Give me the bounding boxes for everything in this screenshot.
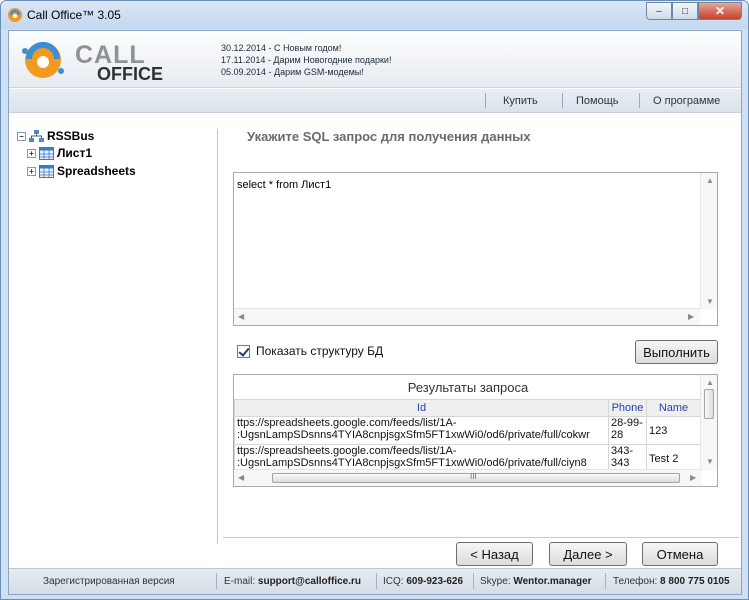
- menu-help[interactable]: Помощь: [576, 95, 619, 107]
- vertical-divider: [217, 129, 218, 544]
- scroll-left-icon[interactable]: ◀: [238, 312, 244, 321]
- tree-label: RSSBus: [47, 129, 95, 143]
- expand-icon[interactable]: +: [27, 166, 36, 176]
- header-banner: CALL OFFICE 30.12.2014 - С Новым годом! …: [9, 31, 741, 88]
- minimize-icon: –: [656, 5, 662, 17]
- support-phone: Телефон: 8 800 775 0105: [613, 576, 730, 587]
- app-icon: [8, 8, 22, 22]
- tree-item-rssbus[interactable]: − RSSBus: [17, 129, 94, 143]
- main-client-area: CALL OFFICE 30.12.2014 - С Новым годом! …: [8, 30, 742, 595]
- cell-name[interactable]: 123: [646, 416, 701, 445]
- grip-icon: III: [470, 472, 477, 481]
- database-icon: [29, 129, 44, 142]
- news-item[interactable]: 17.11.2014 - Дарим Новогодние подарки!: [221, 54, 391, 66]
- close-button[interactable]: ✕: [698, 2, 742, 20]
- tree-item-spreadsheets[interactable]: + Spreadsheets: [27, 164, 136, 178]
- support-icq: ICQ: 609-923-626: [383, 576, 464, 587]
- table-header-row: Id Phone Name: [234, 399, 701, 417]
- support-skype: Skype: Wentor.manager: [480, 576, 592, 587]
- table-icon: [39, 146, 54, 160]
- status-separator: [216, 573, 217, 589]
- support-email[interactable]: E-mail: support@calloffice.ru: [224, 576, 361, 587]
- sql-horizontal-scrollbar[interactable]: ◀ ▶: [234, 308, 700, 325]
- back-button[interactable]: < Назад: [456, 542, 533, 566]
- logo: CALL OFFICE: [19, 37, 163, 84]
- news-list: 30.12.2014 - С Новым годом! 17.11.2014 -…: [221, 42, 391, 78]
- next-label: Далее >: [563, 546, 613, 562]
- cell-phone[interactable]: 28-99- 28: [608, 416, 647, 445]
- scroll-right-icon[interactable]: ▶: [690, 473, 696, 482]
- back-label: < Назад: [470, 546, 519, 562]
- database-tree: − RSSBus + Лист1 + Spreadsheets: [9, 114, 216, 568]
- show-structure-label[interactable]: Показать структуру БД: [256, 344, 383, 358]
- column-header-name[interactable]: Name: [646, 399, 701, 417]
- tree-label: Spreadsheets: [57, 164, 136, 178]
- results-title: Результаты запроса: [407, 380, 529, 395]
- results-horizontal-scrollbar[interactable]: ◀ III ▶: [234, 469, 702, 486]
- sql-vertical-scrollbar[interactable]: ▲ ▼: [700, 173, 717, 309]
- sql-query-input[interactable]: select * from Лист1 ▲ ▼ ◀ ▶: [233, 172, 718, 326]
- menu-about[interactable]: О программе: [653, 95, 720, 107]
- status-separator: [473, 573, 474, 589]
- table-icon: [39, 164, 54, 178]
- menu-buy[interactable]: Купить: [503, 95, 538, 107]
- scroll-right-icon[interactable]: ▶: [688, 312, 694, 321]
- news-item[interactable]: 30.12.2014 - С Новым годом!: [221, 42, 391, 54]
- table-row[interactable]: ttps://spreadsheets.google.com/feeds/lis…: [234, 416, 701, 445]
- maximize-button[interactable]: □: [672, 2, 698, 20]
- column-header-id[interactable]: Id: [234, 399, 609, 417]
- logo-icon: [22, 42, 64, 78]
- cancel-button[interactable]: Отмена: [642, 542, 718, 566]
- results-vertical-scrollbar[interactable]: ▲ ▼: [700, 375, 717, 471]
- status-separator: [376, 573, 377, 589]
- tree-item-list1[interactable]: + Лист1: [27, 146, 92, 160]
- cancel-label: Отмена: [656, 546, 704, 562]
- menu-separator: [485, 93, 486, 108]
- tree-label: Лист1: [57, 146, 93, 160]
- scroll-left-icon[interactable]: ◀: [238, 473, 244, 482]
- news-item[interactable]: 05.09.2014 - Дарим GSM-модемы!: [221, 66, 391, 78]
- expand-icon[interactable]: +: [27, 148, 36, 158]
- vertical-scroll-thumb[interactable]: [704, 389, 714, 419]
- results-table[interactable]: Id Phone Name ttps://spreadsheets.google…: [234, 399, 701, 473]
- menu-separator: [639, 93, 640, 108]
- menu-bar: Купить Помощь О программе: [9, 89, 741, 113]
- close-icon: ✕: [714, 4, 726, 18]
- status-separator: [605, 573, 606, 589]
- collapse-icon[interactable]: −: [17, 131, 26, 141]
- execute-label: Выполнить: [643, 344, 710, 360]
- horizontal-divider: [223, 537, 739, 538]
- window-title: Call Office™ 3.05: [27, 8, 121, 22]
- sql-query-text[interactable]: select * from Лист1: [237, 179, 331, 191]
- checkbox-icon[interactable]: [237, 344, 250, 358]
- horizontal-scroll-thumb[interactable]: III: [272, 472, 680, 483]
- maximize-icon: □: [681, 5, 689, 17]
- column-header-phone[interactable]: Phone: [608, 399, 647, 417]
- scroll-up-icon[interactable]: ▲: [706, 378, 714, 387]
- title-bar[interactable]: Call Office™ 3.05 – □ ✕: [1, 1, 748, 29]
- menu-separator: [562, 93, 563, 108]
- application-window: Call Office™ 3.05 – □ ✕ CALL OFFICE 30.1…: [0, 0, 749, 600]
- next-button[interactable]: Далее >: [549, 542, 627, 566]
- scroll-down-icon[interactable]: ▼: [706, 457, 714, 466]
- scroll-down-icon[interactable]: ▼: [706, 297, 714, 306]
- status-bar: Зарегистрированная версия E-mail: suppor…: [9, 568, 741, 594]
- execute-button[interactable]: Выполнить: [635, 340, 718, 364]
- minimize-button[interactable]: –: [646, 2, 672, 20]
- query-results-grid[interactable]: Результаты запроса Id Phone Name ttps://…: [233, 374, 718, 487]
- sql-prompt-heading: Укажите SQL запрос для получения данных: [247, 129, 531, 144]
- show-structure-checkbox-row[interactable]: Показать структуру БД: [237, 344, 383, 358]
- scroll-up-icon[interactable]: ▲: [706, 176, 714, 185]
- cell-id[interactable]: ttps://spreadsheets.google.com/feeds/lis…: [234, 416, 609, 445]
- logo-text-office: OFFICE: [97, 64, 163, 84]
- license-status: Зарегистрированная версия: [43, 576, 175, 587]
